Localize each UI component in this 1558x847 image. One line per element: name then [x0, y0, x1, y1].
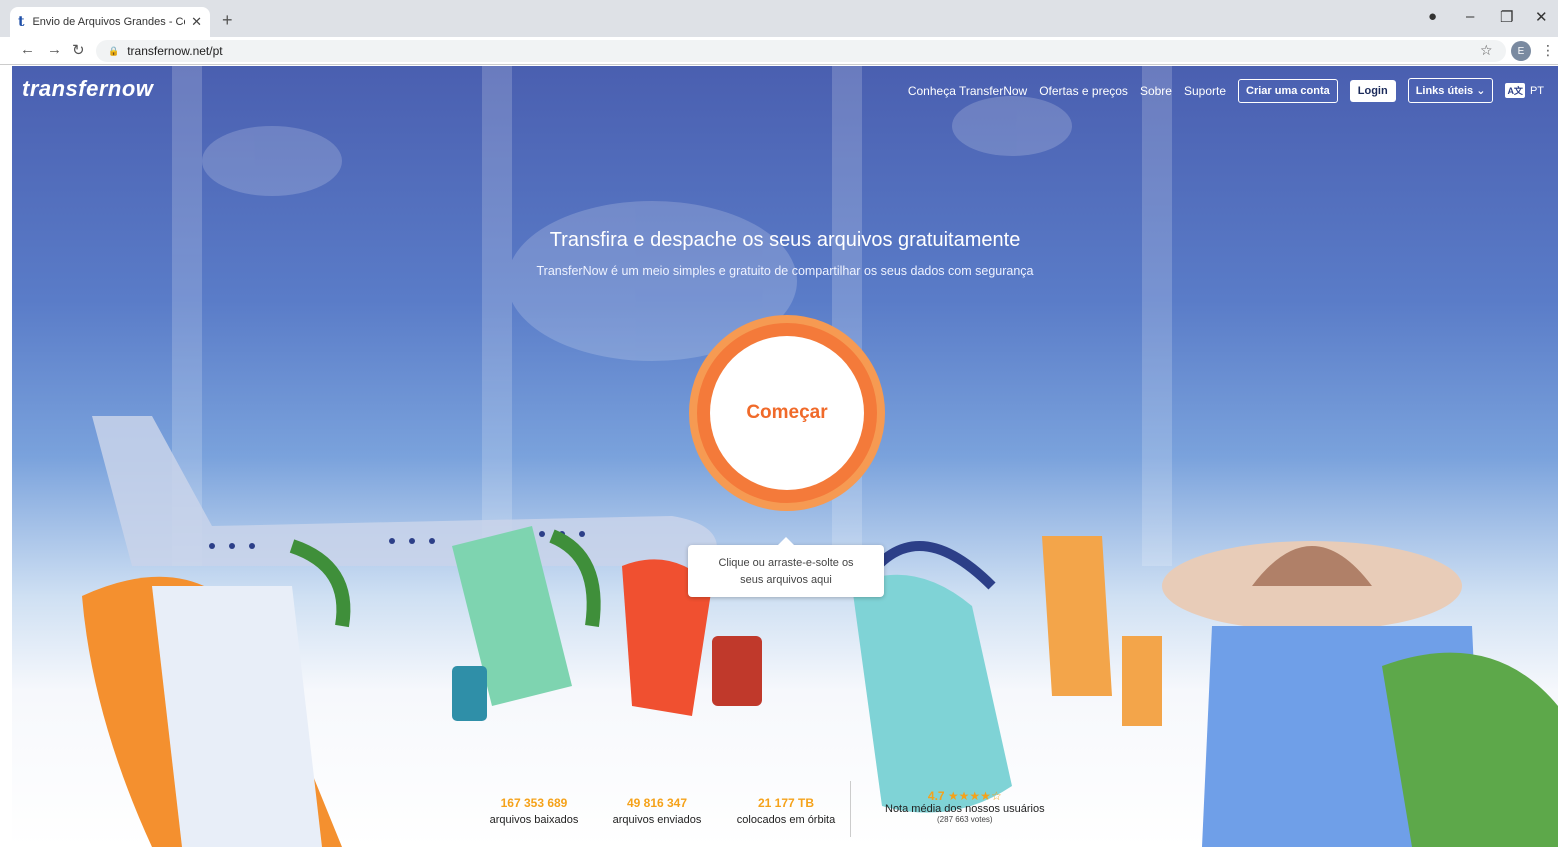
- lock-icon: 🔒: [108, 45, 120, 56]
- rating-label: Nota média dos nossos usuários: [885, 803, 1045, 815]
- close-window-icon[interactable]: ✕: [1535, 8, 1548, 26]
- create-account-button[interactable]: Criar uma conta: [1238, 78, 1338, 103]
- translate-icon: A文: [1505, 83, 1525, 98]
- menu-kebab-icon[interactable]: ⋮: [1541, 42, 1555, 59]
- transfernow-logo[interactable]: transfernow: [22, 76, 153, 102]
- stat-orbit-number: 21 177 TB: [757, 796, 815, 810]
- login-button[interactable]: Login: [1349, 79, 1396, 102]
- address-bar-row: ← → ↻ 🔒 transfernow.net/pt ☆ E ⋮: [0, 37, 1558, 65]
- nav-link-ofertas[interactable]: Ofertas e preços: [1039, 84, 1128, 98]
- close-tab-icon[interactable]: ✕: [191, 14, 202, 30]
- tooltip-line-1: Clique ou arraste-e-solte os: [718, 557, 854, 569]
- language-label: PT: [1529, 84, 1544, 97]
- stat-orbit: 21 177 TB colocados em órbita: [726, 796, 846, 826]
- stat-sent-number: 49 816 347: [626, 796, 688, 810]
- new-tab-button[interactable]: +: [222, 10, 233, 31]
- transfernow-favicon-icon: t: [18, 14, 25, 30]
- useful-links-dropdown[interactable]: Links úteis ⌄: [1407, 78, 1494, 103]
- url-input[interactable]: 🔒 transfernow.net/pt: [96, 40, 1506, 62]
- url-text: transfernow.net/pt: [127, 44, 223, 58]
- back-icon[interactable]: ←: [20, 41, 35, 58]
- stat-sent: 49 816 347 arquivos enviados: [602, 796, 712, 826]
- browser-tab[interactable]: t Envio de Arquivos Grandes - Con ✕: [10, 7, 210, 37]
- hero-subtitle: TransferNow é um meio simples e gratuito…: [536, 264, 1034, 278]
- start-label: Começar: [710, 336, 864, 490]
- rating-votes: (287 663 votes): [937, 815, 993, 824]
- hero-title: Transfira e despache os seus arquivos gr…: [549, 229, 1021, 251]
- forward-icon[interactable]: →: [47, 41, 62, 58]
- user-rating: 4.7 ★★★★☆ Nota média dos nossos usuários…: [885, 789, 1045, 824]
- stat-orbit-label: colocados em órbita: [736, 814, 836, 826]
- minimize-icon[interactable]: –: [1466, 8, 1474, 25]
- stat-downloaded-label: arquivos baixados: [489, 814, 579, 826]
- nav-link-sobre[interactable]: Sobre: [1140, 84, 1172, 98]
- tab-title: Envio de Arquivos Grandes - Con: [32, 16, 186, 28]
- rating-number: 4.7 ★★★★☆: [927, 789, 1002, 803]
- drop-hint-tooltip: Clique ou arraste-e-solte os seus arquiv…: [688, 537, 884, 597]
- nav-link-conheca[interactable]: Conheça TransferNow: [908, 84, 1027, 98]
- bookmark-star-icon[interactable]: ☆: [1480, 42, 1493, 59]
- transfernow-page: transfernow Conheça TransferNow Ofertas …: [12, 66, 1558, 847]
- reload-icon[interactable]: ↻: [72, 41, 85, 59]
- tooltip-line-2: seus arquivos aqui: [740, 574, 832, 586]
- nav-link-suporte[interactable]: Suporte: [1184, 84, 1226, 98]
- language-selector[interactable]: A文 PT: [1505, 83, 1544, 98]
- stat-sent-label: arquivos enviados: [612, 814, 702, 826]
- browser-tab-bar: t Envio de Arquivos Grandes - Con ✕ + ● …: [0, 0, 1558, 37]
- stat-downloaded: 167 353 689 arquivos baixados: [474, 796, 594, 826]
- profile-avatar[interactable]: E: [1511, 41, 1531, 61]
- start-upload-button[interactable]: Começar: [689, 315, 885, 511]
- stat-downloaded-number: 167 353 689: [500, 796, 568, 810]
- chevron-down-icon: ⌄: [1476, 85, 1486, 97]
- restore-icon[interactable]: ❐: [1500, 8, 1513, 26]
- stats-divider: [850, 781, 851, 837]
- profile-dot-icon[interactable]: ●: [1428, 8, 1437, 25]
- useful-links-label: Links úteis: [1415, 85, 1474, 97]
- top-navigation: Conheça TransferNow Ofertas e preços Sob…: [908, 78, 1544, 103]
